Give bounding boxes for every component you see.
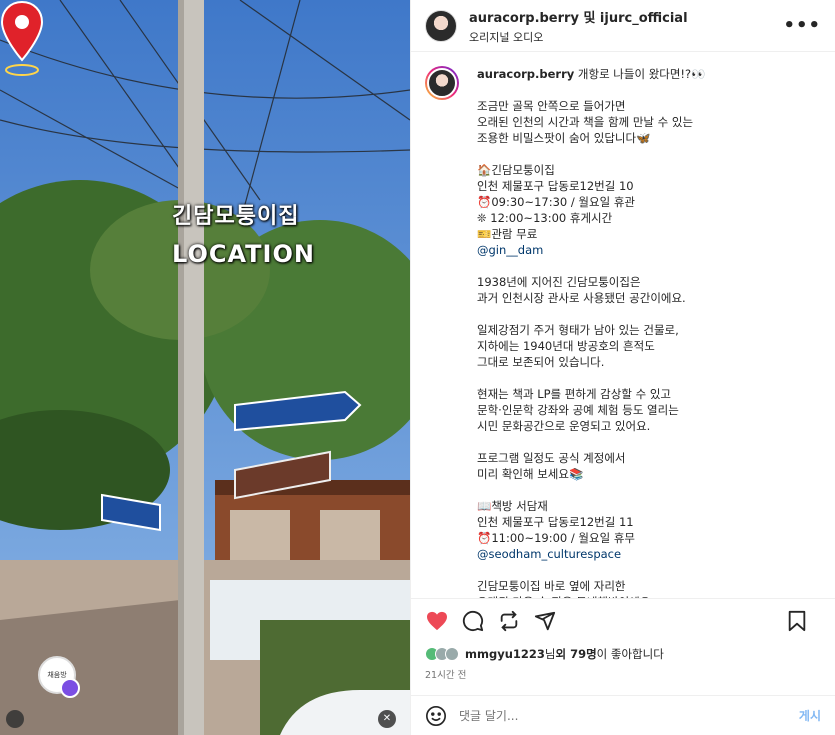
caption-line: 인천 제물포구 답동로12번길 10 xyxy=(477,179,634,193)
audio-label[interactable]: 오리지널 오디오 xyxy=(469,29,688,45)
likes-summary: mmgyu1223 님 외 79명 이 좋아합니다 xyxy=(411,643,835,665)
caption-line[interactable]: @seodham_culturespace xyxy=(477,547,621,561)
caption-line: ❊ 12:00~13:00 휴게시간 xyxy=(477,211,613,225)
caption-line: 🎫관람 무료 xyxy=(477,227,538,241)
caption-line: 현재는 책과 LP를 편하게 감상할 수 있고 xyxy=(477,387,671,401)
street-photo xyxy=(0,0,410,735)
caption-avatar[interactable] xyxy=(425,66,459,100)
caption-line: 📖책방 서담재 xyxy=(477,499,548,513)
share-icon[interactable] xyxy=(533,609,557,633)
caption-line: 프로그램 일정도 공식 계정에서 xyxy=(477,451,626,465)
post-panel: auracorp.berry 및 ijurc_official 오리지널 오디오… xyxy=(410,0,835,735)
save-bookmark-icon[interactable] xyxy=(785,609,809,633)
caption-line: 미리 확인해 보세요📚 xyxy=(477,467,584,481)
comment-input[interactable]: 댓글 달기... xyxy=(459,707,518,724)
more-options-icon[interactable]: ••• xyxy=(783,15,821,36)
caption-text: auracorp.berry 개항로 나들이 왔다면!?👀 조금만 골목 안쪽으… xyxy=(477,66,821,598)
emoji-icon[interactable] xyxy=(425,705,447,727)
like-heart-icon[interactable] xyxy=(425,609,449,633)
caption-line: ⏰09:30~17:30 / 월요일 휴관 xyxy=(477,195,635,209)
caption-line: ⏰11:00~19:00 / 월요일 휴무 xyxy=(477,531,635,545)
liker-username[interactable]: mmgyu1223 xyxy=(465,647,545,661)
post-header: auracorp.berry 및 ijurc_official 오리지널 오디오… xyxy=(411,0,835,52)
likes-suffix-1: 님 xyxy=(544,647,556,661)
post-comment-button[interactable]: 게시 xyxy=(799,707,821,724)
comment-icon[interactable] xyxy=(461,609,485,633)
caption-line: 지하에는 1940년대 방공호의 흔적도 xyxy=(477,339,655,353)
post-time[interactable]: 21시간 전 xyxy=(411,665,835,695)
location-pin-icon xyxy=(0,0,44,76)
caption-line: 긴담모퉁이집 바로 옆에 자리한 xyxy=(477,579,626,593)
repost-icon[interactable] xyxy=(497,609,521,633)
caption-line[interactable]: @gin__dam xyxy=(477,243,543,257)
author-avatar[interactable] xyxy=(425,9,457,42)
caption-line: 개항로 나들이 왔다면!?👀 xyxy=(574,67,706,81)
collab-badge-icon xyxy=(60,678,80,698)
reel-video[interactable]: 긴담모퉁이집 LOCATION 채움방 ✕ xyxy=(0,0,410,735)
caption-line: 조용한 비밀스팟이 숨어 있답니다🦋 xyxy=(477,131,651,145)
caption-area: auracorp.berry 개항로 나들이 왔다면!?👀 조금만 골목 안쪽으… xyxy=(411,52,835,599)
caption-line: 1938년에 지어진 긴담모퉁이집은 xyxy=(477,275,641,289)
caption-line: 그대로 보존되어 있습니다. xyxy=(477,355,605,369)
comment-box: 댓글 달기... 게시 xyxy=(411,695,835,735)
caption-line: 조금만 골목 안쪽으로 들어가면 xyxy=(477,99,626,113)
caption-line: 🏠긴담모퉁이집 xyxy=(477,163,555,177)
caption-line: 일제강점기 주거 형태가 남아 있는 건물로, xyxy=(477,323,679,337)
overlay-location: LOCATION xyxy=(172,240,315,268)
caption-line: 문학·인문학 강좌와 공예 체험 등도 열리는 xyxy=(477,403,679,417)
caption-line: 인천 제물포구 답동로12번길 11 xyxy=(477,515,634,529)
caption-line: 시민 문화공간으로 운영되고 있어요. xyxy=(477,419,651,433)
caption-username[interactable]: auracorp.berry xyxy=(477,67,574,81)
author-names[interactable]: auracorp.berry 및 ijurc_official xyxy=(469,7,688,26)
action-bar xyxy=(411,599,835,643)
liker-avatars[interactable] xyxy=(425,647,459,661)
tagged-users-icon[interactable] xyxy=(6,710,24,728)
likes-suffix-2: 이 좋아합니다 xyxy=(596,647,664,661)
overlay-title: 긴담모퉁이집 xyxy=(172,204,300,229)
mute-icon[interactable]: ✕ xyxy=(378,710,396,728)
caption-line: 과거 인천시장 관사로 사용됐던 공간이에요. xyxy=(477,291,686,305)
likes-count[interactable]: 외 79명 xyxy=(555,646,596,662)
caption-line: 오래된 인천의 시간과 책을 함께 만날 수 있는 xyxy=(477,115,694,129)
